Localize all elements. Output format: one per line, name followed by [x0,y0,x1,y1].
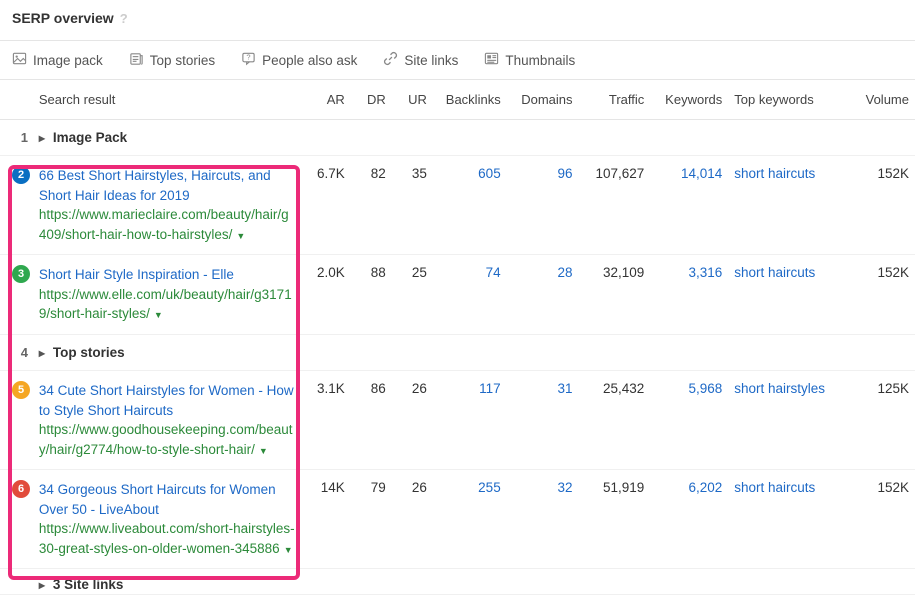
domains-link[interactable]: 96 [557,166,572,181]
col-header[interactable]: Search result [33,80,302,120]
rank-number: 4 [12,345,30,360]
filter-label: Top stories [150,53,215,68]
top-keyword-link[interactable]: short haircuts [734,265,815,280]
traffic-cell: 32,109 [579,255,651,335]
svg-text:?: ? [246,52,250,61]
serp-table: Search resultARDRURBacklinksDomainsTraff… [0,80,915,595]
expand-icon[interactable] [39,577,53,592]
result-title[interactable]: 34 Cute Short Hairstyles for Women - How… [39,383,294,418]
col-header[interactable]: Backlinks [433,80,507,120]
keywords-link[interactable]: 5,968 [688,381,722,396]
result-title[interactable]: Short Hair Style Inspiration - Elle [39,267,234,282]
result-title[interactable]: 34 Gorgeous Short Haircuts for Women Ove… [39,482,276,517]
traffic-cell: 51,919 [579,470,651,569]
link-icon [383,51,398,69]
col-header[interactable]: Volume [847,80,915,120]
filter-label: Thumbnails [505,53,575,68]
expand-icon[interactable] [39,345,53,360]
volume-cell: 152K [847,470,915,569]
backlinks-link[interactable]: 117 [479,381,501,396]
dr-cell: 86 [351,370,392,469]
volume-cell: 152K [847,255,915,335]
filter-label: Image pack [33,53,103,68]
col-header[interactable]: UR [392,80,433,120]
domains-link[interactable]: 31 [557,381,572,396]
result-url[interactable]: https://www.marieclaire.com/beauty/hair/… [39,207,289,242]
keywords-link[interactable]: 14,014 [681,166,722,181]
dr-cell: 82 [351,156,392,255]
filter-bar: Image pack Top stories? People also ask Sit… [0,40,915,80]
result-url[interactable]: https://www.liveabout.com/short-hairstyl… [39,521,295,556]
ur-cell: 26 [392,370,433,469]
col-header[interactable]: Traffic [579,80,651,120]
url-dropdown-icon[interactable]: ▼ [259,446,268,456]
filter-site-links[interactable]: Site links [383,51,458,69]
volume-cell: 125K [847,370,915,469]
ar-cell: 14K [302,470,351,569]
filter-thumbnails[interactable]: Thumbnails [484,51,575,69]
thumb-icon [484,51,499,69]
image-icon [12,51,27,69]
filter-label: Site links [404,53,458,68]
traffic-cell: 107,627 [579,156,651,255]
col-header[interactable]: Domains [507,80,579,120]
rank-badge: 3 [12,265,30,283]
backlinks-link[interactable]: 255 [478,480,501,495]
rank-badge: 6 [12,480,30,498]
page-title: SERP overview [12,10,114,26]
col-header[interactable]: Keywords [650,80,728,120]
filter-top-stories[interactable]: Top stories [129,51,215,69]
volume-cell: 152K [847,156,915,255]
url-dropdown-icon[interactable]: ▼ [154,310,163,320]
news-icon [129,51,144,69]
backlinks-link[interactable]: 74 [486,265,501,280]
top-keyword-link[interactable]: short hairstyles [734,381,825,396]
filter-image-pack[interactable]: Image pack [12,51,103,69]
ar-cell: 3.1K [302,370,351,469]
backlinks-link[interactable]: 605 [478,166,501,181]
ur-cell: 35 [392,156,433,255]
rank-number: 1 [12,130,30,145]
keywords-link[interactable]: 3,316 [688,265,722,280]
filter-label: People also ask [262,53,357,68]
dr-cell: 79 [351,470,392,569]
ar-cell: 2.0K [302,255,351,335]
top-keyword-link[interactable]: short haircuts [734,480,815,495]
question-icon: ? [241,51,256,69]
col-header[interactable]: DR [351,80,392,120]
result-url[interactable]: https://www.elle.com/uk/beauty/hair/g317… [39,287,292,322]
url-dropdown-icon[interactable]: ▼ [236,231,245,241]
domains-link[interactable]: 32 [557,480,572,495]
rank-badge: 5 [12,381,30,399]
rank-badge: 2 [12,166,30,184]
ar-cell: 6.7K [302,156,351,255]
result-title[interactable]: 66 Best Short Hairstyles, Haircuts, and … [39,168,271,203]
result-url[interactable]: https://www.goodhousekeeping.com/beauty/… [39,422,293,457]
section-label: 3 Site links [53,577,124,592]
section-label: Top stories [53,345,125,360]
section-label: Image Pack [53,130,127,145]
dr-cell: 88 [351,255,392,335]
url-dropdown-icon[interactable]: ▼ [284,545,293,555]
ur-cell: 26 [392,470,433,569]
domains-link[interactable]: 28 [557,265,572,280]
col-header[interactable]: AR [302,80,351,120]
col-header[interactable]: Top keywords [728,80,847,120]
filter-people-also-ask[interactable]: ? People also ask [241,51,357,69]
top-keyword-link[interactable]: short haircuts [734,166,815,181]
ur-cell: 25 [392,255,433,335]
traffic-cell: 25,432 [579,370,651,469]
help-icon[interactable]: ? [120,11,128,26]
expand-icon[interactable] [39,130,53,145]
keywords-link[interactable]: 6,202 [688,480,722,495]
